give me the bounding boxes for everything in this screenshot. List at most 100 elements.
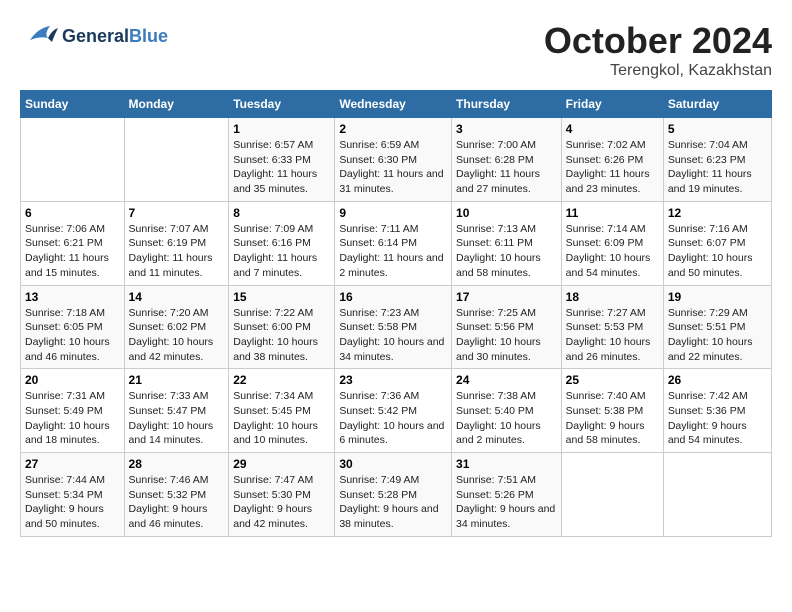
day-number: 2 bbox=[339, 122, 447, 136]
day-number: 4 bbox=[566, 122, 659, 136]
day-number: 7 bbox=[129, 206, 225, 220]
calendar-cell: 7Sunrise: 7:07 AMSunset: 6:19 PMDaylight… bbox=[124, 201, 229, 285]
day-info: Sunrise: 7:27 AMSunset: 5:53 PMDaylight:… bbox=[566, 306, 659, 365]
day-number: 28 bbox=[129, 457, 225, 471]
day-number: 8 bbox=[233, 206, 330, 220]
day-info: Sunrise: 7:47 AMSunset: 5:30 PMDaylight:… bbox=[233, 473, 330, 532]
day-info: Sunrise: 7:20 AMSunset: 6:02 PMDaylight:… bbox=[129, 306, 225, 365]
header-sunday: Sunday bbox=[21, 91, 125, 118]
month-title: October 2024 bbox=[544, 20, 772, 62]
day-info: Sunrise: 7:46 AMSunset: 5:32 PMDaylight:… bbox=[129, 473, 225, 532]
day-number: 14 bbox=[129, 290, 225, 304]
day-number: 5 bbox=[668, 122, 767, 136]
calendar-cell: 23Sunrise: 7:36 AMSunset: 5:42 PMDayligh… bbox=[335, 369, 452, 453]
day-info: Sunrise: 7:33 AMSunset: 5:47 PMDaylight:… bbox=[129, 389, 225, 448]
header-thursday: Thursday bbox=[452, 91, 562, 118]
calendar-table: SundayMondayTuesdayWednesdayThursdayFrid… bbox=[20, 90, 772, 537]
calendar-cell bbox=[561, 453, 663, 537]
day-number: 11 bbox=[566, 206, 659, 220]
day-info: Sunrise: 7:14 AMSunset: 6:09 PMDaylight:… bbox=[566, 222, 659, 281]
location: Terengkol, Kazakhstan bbox=[544, 62, 772, 80]
day-number: 12 bbox=[668, 206, 767, 220]
day-number: 13 bbox=[25, 290, 120, 304]
header-monday: Monday bbox=[124, 91, 229, 118]
calendar-cell: 26Sunrise: 7:42 AMSunset: 5:36 PMDayligh… bbox=[663, 369, 771, 453]
calendar-cell: 20 Sunrise: 7:31 AMSunset: 5:49 PMDayligh… bbox=[21, 369, 125, 453]
calendar-cell: 30 Sunrise: 7:49 AMSunset: 5:28 PMDayligh… bbox=[335, 453, 452, 537]
calendar-cell: 22Sunrise: 7:34 AMSunset: 5:45 PMDayligh… bbox=[229, 369, 335, 453]
calendar-week-1: 1 Sunrise: 6:57 AMSunset: 6:33 PMDaylight… bbox=[21, 118, 772, 202]
day-info: Sunrise: 7:38 AMSunset: 5:40 PMDaylight:… bbox=[456, 389, 557, 448]
calendar-week-2: 6Sunrise: 7:06 AMSunset: 6:21 PMDaylight… bbox=[21, 201, 772, 285]
day-number: 3 bbox=[456, 122, 557, 136]
calendar-cell: 25 Sunrise: 7:40 AMSunset: 5:38 PMDayligh… bbox=[561, 369, 663, 453]
calendar-cell: 16Sunrise: 7:23 AMSunset: 5:58 PMDayligh… bbox=[335, 285, 452, 369]
calendar-cell: 18 Sunrise: 7:27 AMSunset: 5:53 PMDayligh… bbox=[561, 285, 663, 369]
calendar-week-5: 27Sunrise: 7:44 AMSunset: 5:34 PMDayligh… bbox=[21, 453, 772, 537]
calendar-cell bbox=[124, 118, 229, 202]
day-info: Sunrise: 7:22 AMSunset: 6:00 PMDaylight:… bbox=[233, 306, 330, 365]
day-info: Sunrise: 7:36 AMSunset: 5:42 PMDaylight:… bbox=[339, 389, 447, 448]
day-number: 1 bbox=[233, 122, 330, 136]
calendar-week-3: 13 Sunrise: 7:18 AMSunset: 6:05 PMDayligh… bbox=[21, 285, 772, 369]
calendar-cell: 29 Sunrise: 7:47 AMSunset: 5:30 PMDayligh… bbox=[229, 453, 335, 537]
day-number: 17 bbox=[456, 290, 557, 304]
calendar-cell: 3 Sunrise: 7:00 AMSunset: 6:28 PMDaylight… bbox=[452, 118, 562, 202]
calendar-cell: 17 Sunrise: 7:25 AMSunset: 5:56 PMDayligh… bbox=[452, 285, 562, 369]
day-info: Sunrise: 6:57 AMSunset: 6:33 PMDaylight:… bbox=[233, 138, 330, 197]
header-wednesday: Wednesday bbox=[335, 91, 452, 118]
calendar-cell: 8 Sunrise: 7:09 AMSunset: 6:16 PMDaylight… bbox=[229, 201, 335, 285]
day-number: 30 bbox=[339, 457, 447, 471]
calendar-cell: 28 Sunrise: 7:46 AMSunset: 5:32 PMDayligh… bbox=[124, 453, 229, 537]
title-block: October 2024 Terengkol, Kazakhstan bbox=[544, 20, 772, 80]
header-friday: Friday bbox=[561, 91, 663, 118]
day-number: 15 bbox=[233, 290, 330, 304]
logo-bird-icon bbox=[20, 20, 58, 54]
calendar-cell: 15 Sunrise: 7:22 AMSunset: 6:00 PMDayligh… bbox=[229, 285, 335, 369]
day-info: Sunrise: 7:02 AMSunset: 6:26 PMDaylight:… bbox=[566, 138, 659, 197]
day-info: Sunrise: 7:42 AMSunset: 5:36 PMDaylight:… bbox=[668, 389, 767, 448]
day-number: 29 bbox=[233, 457, 330, 471]
day-info: Sunrise: 7:00 AMSunset: 6:28 PMDaylight:… bbox=[456, 138, 557, 197]
day-number: 24 bbox=[456, 373, 557, 387]
day-info: Sunrise: 7:25 AMSunset: 5:56 PMDaylight:… bbox=[456, 306, 557, 365]
day-info: Sunrise: 7:16 AMSunset: 6:07 PMDaylight:… bbox=[668, 222, 767, 281]
day-info: Sunrise: 7:18 AMSunset: 6:05 PMDaylight:… bbox=[25, 306, 120, 365]
day-number: 25 bbox=[566, 373, 659, 387]
calendar-header-row: SundayMondayTuesdayWednesdayThursdayFrid… bbox=[21, 91, 772, 118]
header-saturday: Saturday bbox=[663, 91, 771, 118]
calendar-cell: 13 Sunrise: 7:18 AMSunset: 6:05 PMDayligh… bbox=[21, 285, 125, 369]
day-info: Sunrise: 7:40 AMSunset: 5:38 PMDaylight:… bbox=[566, 389, 659, 448]
logo: GeneralBlue bbox=[20, 20, 168, 54]
calendar-cell bbox=[21, 118, 125, 202]
day-info: Sunrise: 7:31 AMSunset: 5:49 PMDaylight:… bbox=[25, 389, 120, 448]
calendar-cell: 5 Sunrise: 7:04 AMSunset: 6:23 PMDaylight… bbox=[663, 118, 771, 202]
day-info: Sunrise: 7:04 AMSunset: 6:23 PMDaylight:… bbox=[668, 138, 767, 197]
calendar-cell: 19Sunrise: 7:29 AMSunset: 5:51 PMDayligh… bbox=[663, 285, 771, 369]
day-number: 20 bbox=[25, 373, 120, 387]
day-number: 18 bbox=[566, 290, 659, 304]
calendar-week-4: 20 Sunrise: 7:31 AMSunset: 5:49 PMDayligh… bbox=[21, 369, 772, 453]
day-info: Sunrise: 7:13 AMSunset: 6:11 PMDaylight:… bbox=[456, 222, 557, 281]
calendar-cell: 27Sunrise: 7:44 AMSunset: 5:34 PMDayligh… bbox=[21, 453, 125, 537]
day-info: Sunrise: 7:51 AMSunset: 5:26 PMDaylight:… bbox=[456, 473, 557, 532]
calendar-cell: 31Sunrise: 7:51 AMSunset: 5:26 PMDayligh… bbox=[452, 453, 562, 537]
day-info: Sunrise: 7:44 AMSunset: 5:34 PMDaylight:… bbox=[25, 473, 120, 532]
day-info: Sunrise: 7:49 AMSunset: 5:28 PMDaylight:… bbox=[339, 473, 447, 532]
day-number: 21 bbox=[129, 373, 225, 387]
calendar-cell bbox=[663, 453, 771, 537]
day-number: 19 bbox=[668, 290, 767, 304]
calendar-cell: 2 Sunrise: 6:59 AMSunset: 6:30 PMDaylight… bbox=[335, 118, 452, 202]
page-header: GeneralBlue October 2024 Terengkol, Kaza… bbox=[20, 20, 772, 80]
calendar-cell: 4 Sunrise: 7:02 AMSunset: 6:26 PMDaylight… bbox=[561, 118, 663, 202]
day-info: Sunrise: 7:23 AMSunset: 5:58 PMDaylight:… bbox=[339, 306, 447, 365]
calendar-cell: 9Sunrise: 7:11 AMSunset: 6:14 PMDaylight… bbox=[335, 201, 452, 285]
logo-text: GeneralBlue bbox=[62, 27, 168, 47]
header-tuesday: Tuesday bbox=[229, 91, 335, 118]
calendar-cell: 12 Sunrise: 7:16 AMSunset: 6:07 PMDayligh… bbox=[663, 201, 771, 285]
day-info: Sunrise: 7:09 AMSunset: 6:16 PMDaylight:… bbox=[233, 222, 330, 281]
calendar-cell: 24 Sunrise: 7:38 AMSunset: 5:40 PMDayligh… bbox=[452, 369, 562, 453]
day-info: Sunrise: 6:59 AMSunset: 6:30 PMDaylight:… bbox=[339, 138, 447, 197]
day-number: 22 bbox=[233, 373, 330, 387]
calendar-cell: 10Sunrise: 7:13 AMSunset: 6:11 PMDayligh… bbox=[452, 201, 562, 285]
